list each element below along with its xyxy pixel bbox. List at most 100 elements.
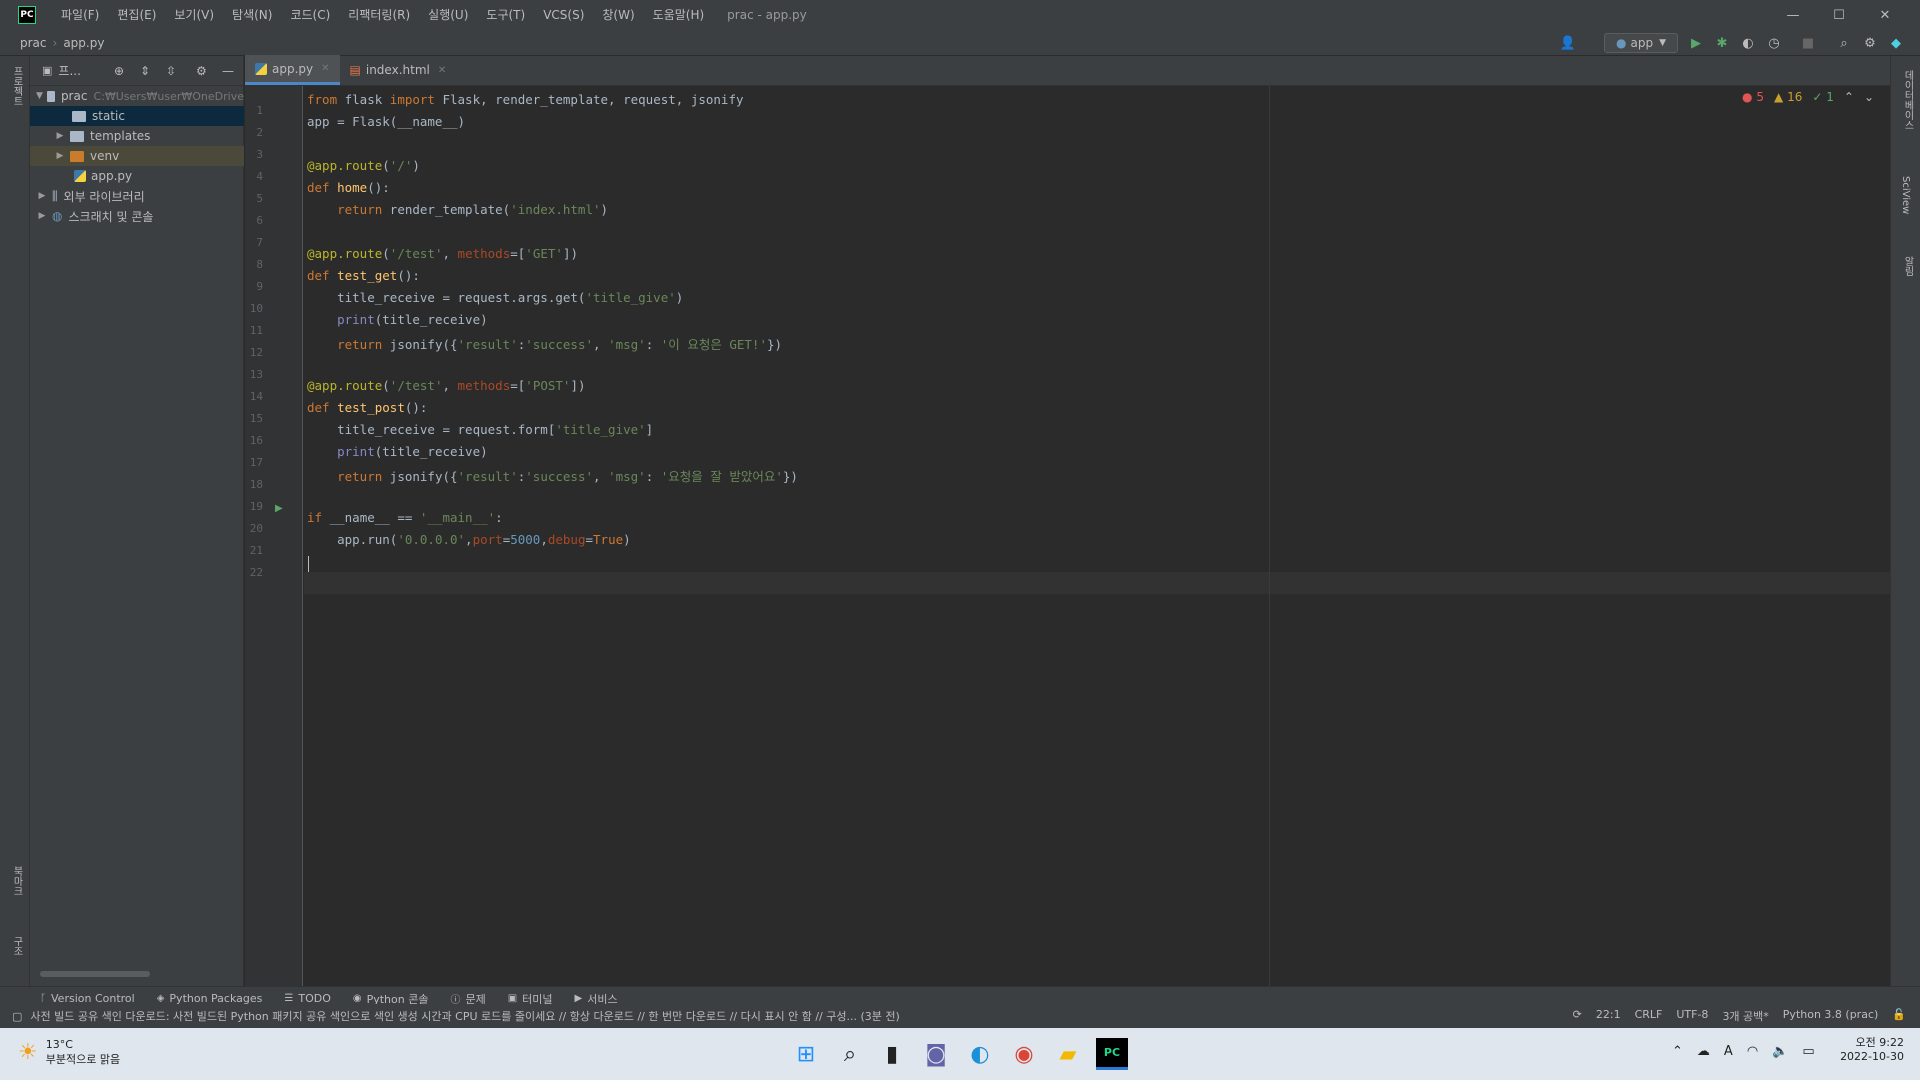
run-icon[interactable]: ▶: [1688, 35, 1704, 51]
code-line[interactable]: print(title_receive): [307, 312, 488, 327]
code-line[interactable]: print(title_receive): [307, 444, 488, 459]
menu-file[interactable]: 파일(F): [52, 0, 108, 30]
code-line[interactable]: if __name__ == '__main__':: [307, 510, 503, 525]
status-message[interactable]: 사전 빌드 공유 색인 다운로드: 사전 빌드된 Python 패키지 공유 색…: [30, 1008, 899, 1024]
collapse-all-icon[interactable]: ⇳: [166, 64, 176, 78]
menu-vcs[interactable]: VCS(S): [534, 0, 593, 30]
battery-icon[interactable]: ▭: [1802, 1044, 1814, 1059]
run-config-dropdown[interactable]: ● app ▼: [1604, 33, 1678, 53]
hide-panel-icon[interactable]: —: [222, 64, 234, 78]
code-line[interactable]: app = Flask(__name__): [307, 114, 465, 129]
code-line[interactable]: title_receive = request.form['title_give…: [307, 422, 653, 437]
cloud-icon[interactable]: ☁: [1697, 1044, 1710, 1059]
code-line[interactable]: from flask import Flask, render_template…: [307, 92, 744, 107]
task-view-icon[interactable]: ▮: [876, 1038, 908, 1070]
code-line[interactable]: return jsonify({'result':'success', 'msg…: [307, 334, 782, 353]
chat-icon[interactable]: ◙: [920, 1038, 952, 1070]
code-line[interactable]: @app.route('/test', methods=['GET']): [307, 246, 578, 261]
search-icon[interactable]: ⌕: [1836, 35, 1852, 51]
code-line[interactable]: def test_post():: [307, 400, 427, 415]
file-encoding[interactable]: UTF-8: [1676, 1008, 1708, 1024]
toggle-tool-windows-icon[interactable]: ▢: [12, 1010, 22, 1023]
menu-navigate[interactable]: 탐색(N): [223, 0, 281, 30]
close-tab-icon[interactable]: ✕: [321, 63, 329, 74]
locate-icon[interactable]: ⊕: [114, 64, 124, 78]
menu-run[interactable]: 실행(U): [419, 0, 477, 30]
chevron-up-icon[interactable]: ⌃: [1672, 1044, 1683, 1059]
file-explorer-icon[interactable]: ▰: [1052, 1038, 1084, 1070]
tree-item-root[interactable]: ▼ prac C:₩Users₩user₩OneDrive: [30, 86, 244, 106]
code-line[interactable]: def home():: [307, 180, 390, 195]
tree-item-app-py[interactable]: app.py: [30, 166, 244, 186]
menu-help[interactable]: 도움말(H): [644, 0, 714, 30]
lock-icon[interactable]: 🔓: [1892, 1008, 1906, 1024]
project-tool-label[interactable]: 프로젝트: [9, 66, 24, 106]
menu-code[interactable]: 코드(C): [281, 0, 339, 30]
edge-icon[interactable]: ◐: [964, 1038, 996, 1070]
menu-window[interactable]: 창(W): [593, 0, 643, 30]
project-view-icon[interactable]: ▣: [42, 64, 52, 77]
settings-gear-icon[interactable]: ⚙: [1862, 35, 1878, 51]
code-line[interactable]: return render_template('index.html'): [307, 202, 608, 217]
line-separator[interactable]: CRLF: [1635, 1008, 1663, 1024]
run-gutter-icon[interactable]: ▶: [275, 503, 283, 514]
tree-item-static[interactable]: static: [30, 106, 244, 126]
tree-item-templates[interactable]: ▶ templates: [30, 126, 244, 146]
pycharm-taskbar-icon[interactable]: PC: [1096, 1038, 1128, 1070]
inspection-widget[interactable]: ● 5 ▲ 16 ✓ 1 ⌃ ⌄: [1742, 90, 1874, 104]
code-line[interactable]: def test_get():: [307, 268, 420, 283]
weather-widget[interactable]: ☀ 13°C 부분적으로 맑음: [18, 1038, 120, 1067]
sciview-tool-label[interactable]: SciView: [1900, 176, 1911, 214]
chrome-icon[interactable]: ◉: [1008, 1038, 1040, 1070]
windows-start-icon[interactable]: ⊞: [790, 1038, 822, 1070]
clock[interactable]: 오전 9:22 2022-10-30: [1840, 1034, 1904, 1063]
breadcrumb-file[interactable]: app.py: [63, 36, 104, 50]
code-line[interactable]: title_receive = request.args.get('title_…: [307, 290, 683, 305]
sync-icon[interactable]: ⟳: [1573, 1008, 1582, 1024]
project-view-title[interactable]: 프...: [58, 62, 80, 79]
coverage-icon[interactable]: ◐: [1740, 35, 1756, 51]
expand-all-icon[interactable]: ⇕: [140, 64, 150, 78]
volume-icon[interactable]: 🔈: [1772, 1044, 1788, 1059]
tree-item-external-libraries[interactable]: ▶ ⫼ 외부 라이브러리: [30, 186, 244, 206]
code-line[interactable]: @app.route('/'): [307, 158, 420, 173]
debug-icon[interactable]: ✱: [1714, 35, 1730, 51]
profile-icon[interactable]: ◷: [1766, 35, 1782, 51]
menu-view[interactable]: 보기(V): [165, 0, 223, 30]
ime-indicator[interactable]: A: [1724, 1044, 1733, 1059]
chevron-down-icon[interactable]: ⌄: [1864, 90, 1874, 104]
tab-app-py[interactable]: app.py ✕: [245, 55, 340, 85]
indent-setting[interactable]: 3개 공백*: [1722, 1008, 1768, 1024]
close-icon[interactable]: ✕: [1862, 0, 1908, 30]
options-gear-icon[interactable]: ⚙: [196, 64, 207, 78]
database-tool-label[interactable]: 데이터베이스: [1900, 70, 1915, 130]
code-line[interactable]: @app.route('/test', methods=['POST']): [307, 378, 586, 393]
tree-item-scratches[interactable]: ▶ ◍ 스크래치 및 콘솔: [30, 206, 244, 226]
code-line[interactable]: app.run('0.0.0.0',port=5000,debug=True): [307, 532, 631, 547]
tree-item-venv[interactable]: ▶ venv: [30, 146, 244, 166]
wifi-icon[interactable]: ◠: [1747, 1044, 1758, 1059]
code-line[interactable]: return jsonify({'result':'success', 'msg…: [307, 466, 798, 485]
close-tab-icon[interactable]: ✕: [438, 65, 446, 76]
notifications-tool-label[interactable]: 알림: [1900, 256, 1915, 276]
minimize-icon[interactable]: —: [1770, 0, 1816, 30]
menu-edit[interactable]: 편집(E): [108, 0, 165, 30]
python-interpreter[interactable]: Python 3.8 (prac): [1783, 1008, 1879, 1024]
structure-tool-label[interactable]: 구조: [9, 936, 24, 956]
menu-refactor[interactable]: 리팩터링(R): [339, 0, 419, 30]
bookmarks-tool-label[interactable]: 북마크: [9, 866, 24, 896]
maximize-icon[interactable]: ☐: [1816, 0, 1862, 30]
menu-tools[interactable]: 도구(T): [477, 0, 534, 30]
taskbar-search-icon[interactable]: ⌕: [834, 1038, 866, 1070]
horizontal-scrollbar[interactable]: [40, 971, 150, 977]
stop-icon[interactable]: ■: [1800, 35, 1816, 51]
user-icon[interactable]: 👤: [1560, 35, 1576, 51]
tab-index-html[interactable]: ▤ index.html ✕: [340, 55, 457, 85]
toolbox-icon[interactable]: ◆: [1888, 35, 1904, 51]
breadcrumb-project[interactable]: prac: [20, 36, 47, 50]
chevron-up-icon[interactable]: ⌃: [1844, 90, 1854, 104]
folder-icon: [70, 150, 84, 162]
caret-position[interactable]: 22:1: [1596, 1008, 1621, 1024]
line-gutter[interactable]: ▶ 1 2 3 4 5 6 7 8 9 10 11 12 13 14 15 16 17 18 19 20 21 22: [245, 86, 303, 986]
text-caret: [308, 556, 309, 572]
